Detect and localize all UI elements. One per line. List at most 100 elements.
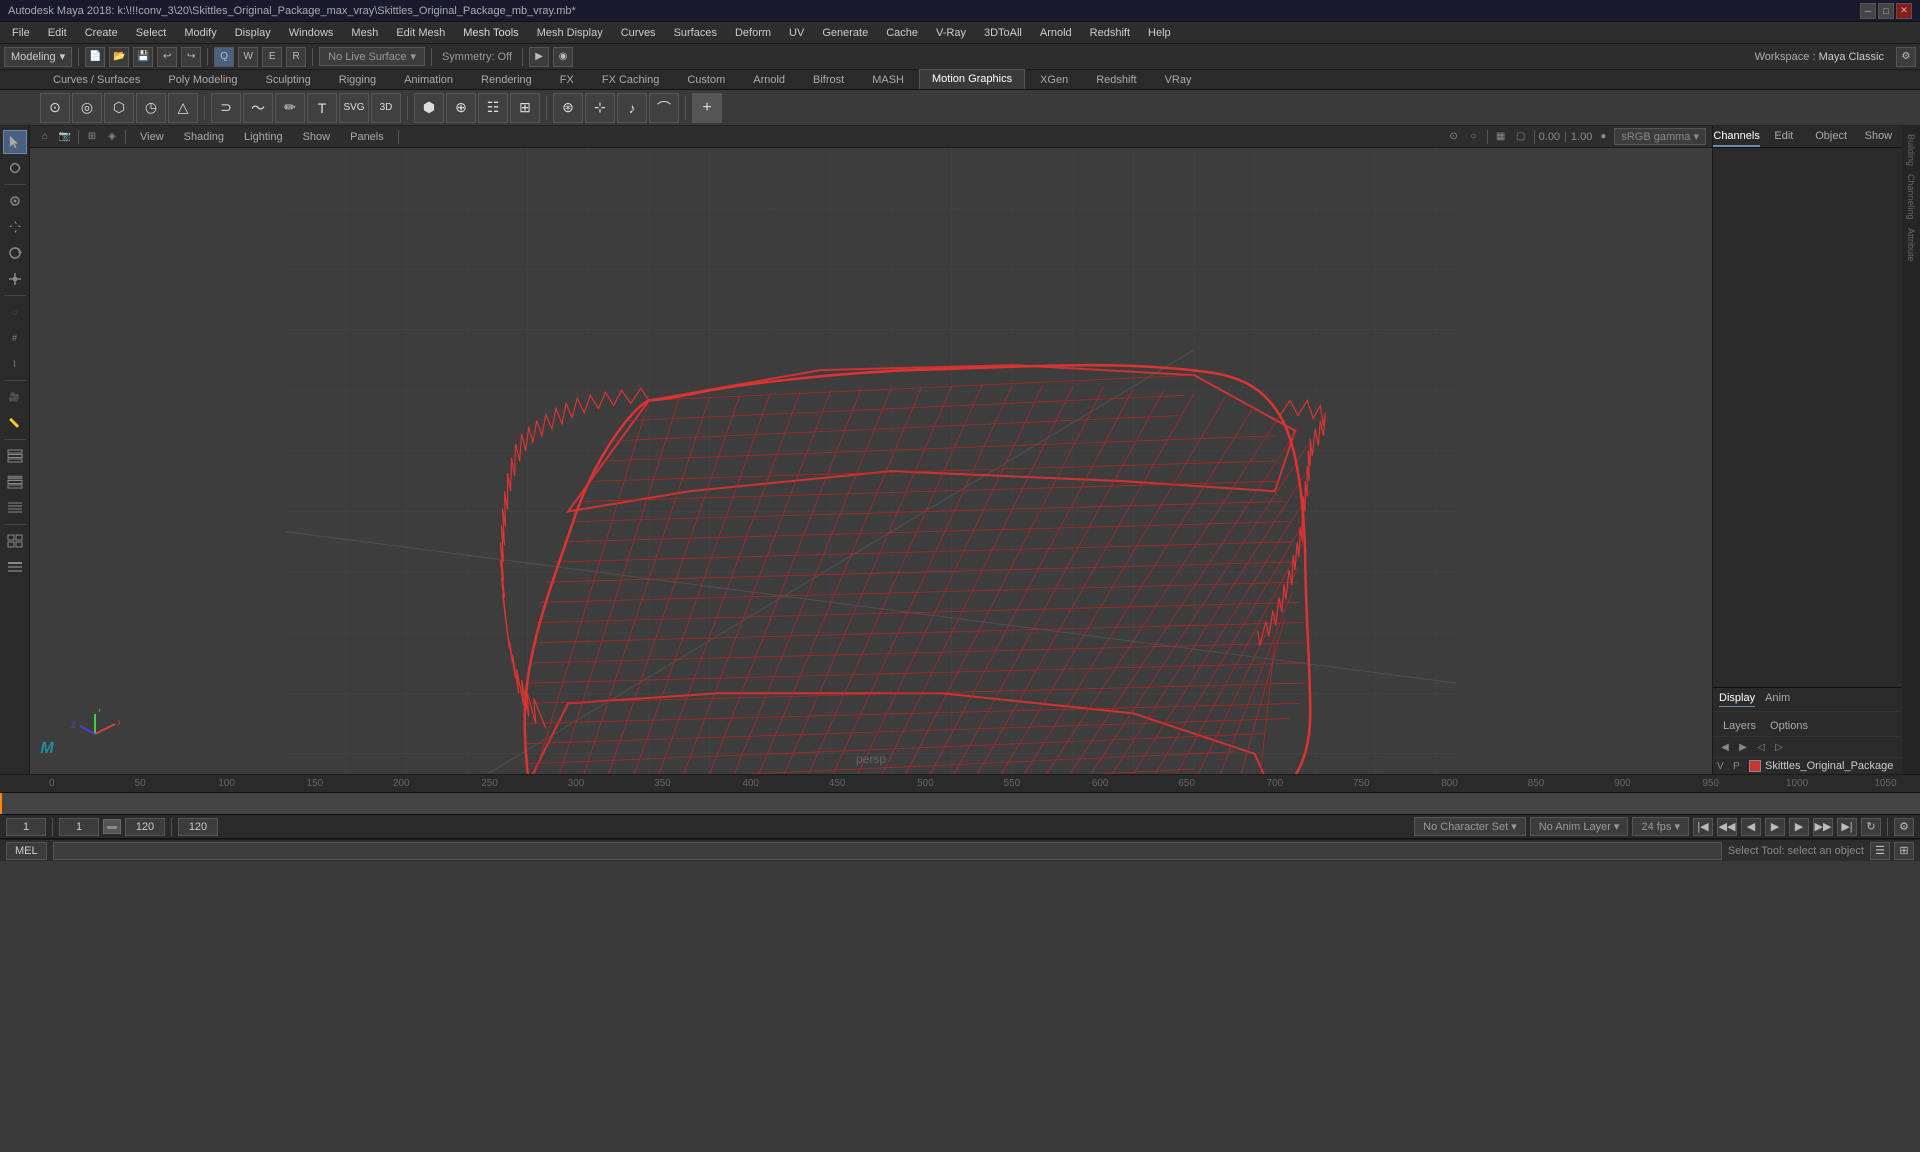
shelf-icon-cube[interactable]: ⬡ (104, 93, 134, 123)
paint-tool-left[interactable] (3, 189, 27, 213)
range-slider-handle[interactable]: ▬ (103, 819, 121, 834)
soft-select-tool-left[interactable]: ◌ (3, 300, 27, 324)
move-tool-btn[interactable]: W (238, 47, 258, 67)
shelf-tab-mash[interactable]: MASH (859, 70, 917, 89)
lc-icon-next[interactable]: ▶ (1735, 739, 1751, 755)
playback-next-frame-btn[interactable]: ▶ (1789, 818, 1809, 836)
lc-options-btn[interactable]: Options (1764, 718, 1814, 734)
lc-icon-next2[interactable]: ▷ (1771, 739, 1787, 755)
select-tool-left[interactable] (3, 130, 27, 154)
shelf-tab-custom[interactable]: Custom (674, 70, 738, 89)
menu-mesh[interactable]: Mesh (343, 25, 386, 41)
viewport-tab-show[interactable]: Show (295, 129, 339, 145)
lc-layers-btn[interactable]: Layers (1717, 718, 1762, 734)
no-live-surface-dropdown[interactable]: No Live Surface ▾ (319, 47, 425, 66)
shelf-tab-fx-caching[interactable]: FX Caching (589, 70, 672, 89)
sti-attribute[interactable]: Attribute (1906, 224, 1916, 266)
menu-curves[interactable]: Curves (613, 25, 664, 41)
vp-icon-home[interactable]: ⌂ (36, 128, 54, 146)
render-btn[interactable]: ▶ (529, 47, 549, 67)
playback-prev-key-btn[interactable]: ◀◀ (1717, 818, 1737, 836)
vp-icon-wireframe[interactable]: ◈ (103, 128, 121, 146)
camera-controls-left[interactable]: 🎥 (3, 385, 27, 409)
shelf-icon-torus[interactable]: ◎ (72, 93, 102, 123)
shelf-tab-poly[interactable]: Poly Modeling (155, 70, 250, 89)
shelf-tab-arnold[interactable]: Arnold (740, 70, 798, 89)
icon-grid-lines[interactable] (3, 529, 27, 553)
script-mode-label[interactable]: MEL (6, 842, 47, 860)
menu-windows[interactable]: Windows (281, 25, 342, 41)
viewport-tab-lighting[interactable]: Lighting (236, 129, 291, 145)
playback-prev-frame-btn[interactable]: ◀ (1741, 818, 1761, 836)
shelf-tab-animation[interactable]: Animation (391, 70, 466, 89)
menu-vray[interactable]: V-Ray (928, 25, 974, 41)
minimize-button[interactable]: ─ (1860, 3, 1876, 19)
layer-color-swatch[interactable] (1749, 760, 1761, 772)
vp-icon-cam2[interactable]: ▦ (1492, 128, 1510, 146)
menu-mesh-display[interactable]: Mesh Display (529, 25, 611, 41)
redo-btn[interactable]: ↪ (181, 47, 201, 67)
shelf-tab-sculpting[interactable]: Sculpting (253, 70, 324, 89)
shelf-icon-mash-network[interactable]: ⬢ (414, 93, 444, 123)
vp-icon-settings[interactable]: ⊙ (1445, 128, 1463, 146)
vp-icon-circle[interactable]: ○ (1465, 128, 1483, 146)
menu-help[interactable]: Help (1140, 25, 1179, 41)
playback-next-key-btn[interactable]: ▶▶ (1813, 818, 1833, 836)
menu-mesh-tools[interactable]: Mesh Tools (455, 25, 526, 41)
rp-tab-edit[interactable]: Edit (1760, 126, 1807, 147)
settings-btn[interactable]: ⚙ (1896, 47, 1916, 67)
lasso-tool-left[interactable] (3, 156, 27, 180)
new-file-btn[interactable]: 📄 (85, 47, 105, 67)
snap-curve-left[interactable]: ⌇ (3, 352, 27, 376)
sti-building[interactable]: Building (1906, 130, 1916, 170)
ipr-btn[interactable]: ◉ (553, 47, 573, 67)
icon-group-3[interactable] (3, 496, 27, 520)
maximize-button[interactable]: □ (1878, 3, 1894, 19)
measure-left[interactable]: 📏 (3, 411, 27, 435)
shelf-tab-vray[interactable]: VRay (1152, 70, 1205, 89)
vp-icon-cam[interactable]: 📷 (56, 128, 74, 146)
playback-settings-btn[interactable]: ⚙ (1894, 818, 1914, 836)
vp-color-mode[interactable]: ● (1594, 128, 1612, 146)
sti-channeling[interactable]: Channeling (1906, 170, 1916, 224)
menu-surfaces[interactable]: Surfaces (666, 25, 725, 41)
shelf-icon-repro[interactable]: ☷ (478, 93, 508, 123)
layer-renderable-toggle[interactable]: P (1733, 761, 1745, 772)
no-character-set-dropdown[interactable]: No Character Set ▾ (1414, 817, 1526, 836)
shelf-tab-curves[interactable]: Curves / Surfaces (40, 70, 153, 89)
undo-btn[interactable]: ↩ (157, 47, 177, 67)
shelf-icon-text[interactable]: T (307, 93, 337, 123)
vp-icon-grid[interactable]: ⊞ (83, 128, 101, 146)
rotate-tool-btn[interactable]: E (262, 47, 282, 67)
window-controls[interactable]: ─ □ ✕ (1860, 3, 1912, 19)
icon-layers-list[interactable] (3, 555, 27, 579)
playback-start-btn[interactable]: |◀ (1693, 818, 1713, 836)
shelf-icon-ep-curve[interactable]: 〜 (243, 93, 273, 123)
shelf-icon-mash-curve[interactable]: ⌒ (649, 93, 679, 123)
timeline-track[interactable] (0, 793, 1920, 815)
shelf-tab-rendering[interactable]: Rendering (468, 70, 545, 89)
playback-end-btn[interactable]: ▶| (1837, 818, 1857, 836)
rp-tab-channels[interactable]: Channels (1713, 126, 1760, 147)
no-anim-layer-dropdown[interactable]: No Anim Layer ▾ (1530, 817, 1629, 836)
status-icon-2[interactable]: ⊞ (1894, 842, 1914, 860)
menu-redshift[interactable]: Redshift (1082, 25, 1138, 41)
shelf-icon-nurbs-circle[interactable]: ⊃ (211, 93, 241, 123)
shelf-icon-sphere[interactable]: ⊙ (40, 93, 70, 123)
menu-create[interactable]: Create (77, 25, 126, 41)
lc-tab-anim[interactable]: Anim (1765, 692, 1790, 707)
viewport-tab-panels[interactable]: Panels (342, 129, 392, 145)
rp-tab-object[interactable]: Object (1808, 126, 1855, 147)
vp-gamma-dropdown[interactable]: sRGB gamma ▾ (1614, 128, 1706, 145)
lc-icon-prev2[interactable]: ◁ (1753, 739, 1769, 755)
modeling-mode-dropdown[interactable]: Modeling ▾ (4, 47, 72, 67)
rp-tab-show[interactable]: Show (1855, 126, 1902, 147)
anim-range-end-input[interactable] (178, 818, 218, 836)
shelf-tab-xgen[interactable]: XGen (1027, 70, 1081, 89)
menu-select[interactable]: Select (128, 25, 175, 41)
shelf-icon-mash-particle[interactable]: ⊹ (585, 93, 615, 123)
rotate-tool-left[interactable] (3, 241, 27, 265)
menu-edit-mesh[interactable]: Edit Mesh (388, 25, 453, 41)
menu-3dtoall[interactable]: 3DToAll (976, 25, 1030, 41)
shelf-icon-cone[interactable]: △ (168, 93, 198, 123)
